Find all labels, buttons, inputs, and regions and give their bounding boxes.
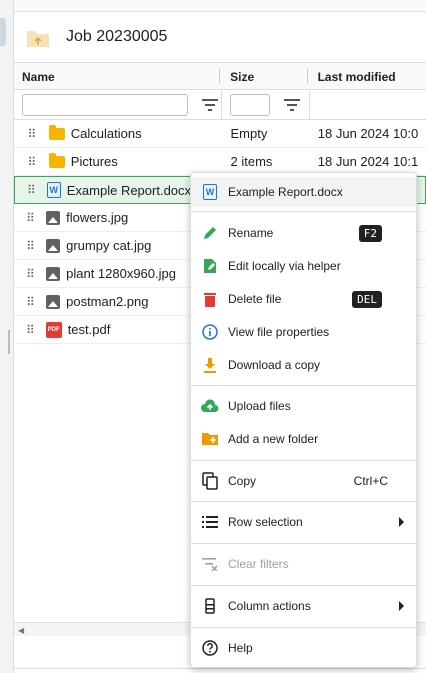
file-name[interactable]: Calculations: [71, 126, 223, 141]
column-header-modified[interactable]: Last modified: [310, 63, 426, 89]
file-size: Empty: [230, 126, 268, 141]
menu-item-help[interactable]: Help: [191, 633, 416, 663]
image-icon: [46, 294, 61, 310]
shortcut-badge: DEL: [352, 290, 382, 308]
submenu-arrow-icon: [399, 601, 404, 611]
copy-icon: [201, 472, 219, 490]
word-icon: W: [46, 182, 61, 198]
name-filter-input[interactable]: [22, 93, 188, 116]
menu-item-clear-filters[interactable]: Clear filters: [191, 549, 416, 579]
left-tab[interactable]: [0, 18, 6, 46]
drag-handle-icon[interactable]: ⠿: [14, 211, 46, 225]
clear-filter-icon: [201, 555, 219, 573]
menu-item-edit-locally[interactable]: Edit locally via helper: [191, 251, 416, 281]
menu-item-properties[interactable]: View file properties: [191, 317, 416, 347]
menu-item-column-actions[interactable]: Column actions: [191, 591, 416, 621]
list-icon: [201, 513, 219, 531]
folder-header: Job 20230005: [14, 12, 426, 62]
column-icon: [201, 597, 219, 615]
drag-handle-icon[interactable]: ⠿: [14, 127, 49, 141]
image-icon: [46, 210, 61, 226]
table-row[interactable]: ⠿ Calculations Empty 18 Jun 2024 10:0: [14, 120, 426, 148]
copy-shortcut: Ctrl+C: [353, 474, 388, 488]
file-name[interactable]: Pictures: [71, 154, 223, 169]
page-title: Job 20230005: [66, 28, 168, 45]
add-folder-icon: [201, 430, 219, 448]
folder-icon: [48, 152, 65, 170]
menu-item-download[interactable]: Download a copy: [191, 350, 416, 380]
info-icon: [201, 323, 219, 341]
drag-handle-icon[interactable]: ⠿: [14, 155, 49, 169]
menu-item-add-folder[interactable]: Add a new folder: [191, 424, 416, 454]
trash-icon: [201, 290, 219, 308]
file-name[interactable]: postman2.png: [66, 294, 205, 309]
menu-item-upload[interactable]: Upload files: [191, 391, 416, 421]
drag-handle-icon[interactable]: ⠿: [14, 295, 46, 309]
file-name[interactable]: flowers.jpg: [66, 210, 205, 225]
bottom-border: [14, 668, 426, 673]
file-name[interactable]: test.pdf: [68, 322, 206, 337]
menu-header-file: W Example Report.docx: [191, 177, 416, 207]
menu-item-copy[interactable]: Copy Ctrl+C: [191, 466, 416, 496]
menu-item-row-selection[interactable]: Row selection: [191, 507, 416, 537]
drag-handle-icon[interactable]: ⠿: [14, 267, 46, 281]
top-bar: [14, 0, 426, 12]
drag-handle-icon[interactable]: ⠿: [14, 239, 46, 253]
submenu-arrow-icon: [399, 517, 404, 527]
file-name[interactable]: Example Report.docx: [67, 183, 205, 198]
modified-filter-cell[interactable]: [310, 90, 426, 119]
file-modified: 18 Jun 2024 10:1: [317, 154, 419, 169]
drag-handle-icon[interactable]: ⠿: [14, 323, 46, 337]
column-header-size[interactable]: Size: [222, 63, 309, 89]
column-header-name[interactable]: Name: [14, 63, 222, 89]
drag-handle-icon[interactable]: ⠿: [15, 183, 47, 197]
image-icon: [46, 266, 61, 282]
edit-file-icon: [201, 257, 219, 275]
word-icon: W: [201, 183, 219, 201]
menu-item-rename[interactable]: Rename F2: [191, 218, 416, 248]
file-browser: Job 20230005 Name Size Last modified ⠿ Ca…: [0, 0, 426, 673]
size-filter-input[interactable]: [230, 93, 271, 116]
column-header-row: Name Size Last modified: [14, 62, 426, 90]
help-icon: [201, 639, 219, 657]
cloud-upload-icon: [201, 397, 219, 415]
folder-up-icon[interactable]: [26, 27, 50, 47]
left-panel-strip: [0, 0, 14, 673]
image-icon: [46, 238, 61, 254]
filter-icon[interactable]: [284, 98, 301, 111]
file-name[interactable]: grumpy cat.jpg: [66, 238, 205, 253]
menu-item-delete[interactable]: Delete file DEL: [191, 284, 416, 314]
shortcut-badge: F2: [358, 224, 382, 242]
filter-icon[interactable]: [202, 98, 218, 111]
file-size: 2 items: [230, 154, 273, 169]
filter-row: [14, 90, 426, 120]
pdf-icon: PDF: [45, 321, 62, 338]
folder-icon: [48, 124, 65, 142]
file-name[interactable]: plant 1280x960.jpg: [66, 266, 205, 281]
file-modified: 18 Jun 2024 10:0: [317, 126, 419, 141]
context-menu: W Example Report.docx Rename F2 Edit loc…: [190, 172, 417, 668]
pencil-icon: [201, 224, 219, 242]
resize-handle[interactable]: [8, 330, 10, 354]
download-icon: [201, 356, 219, 374]
scroll-left-icon[interactable]: ◀: [18, 626, 24, 635]
